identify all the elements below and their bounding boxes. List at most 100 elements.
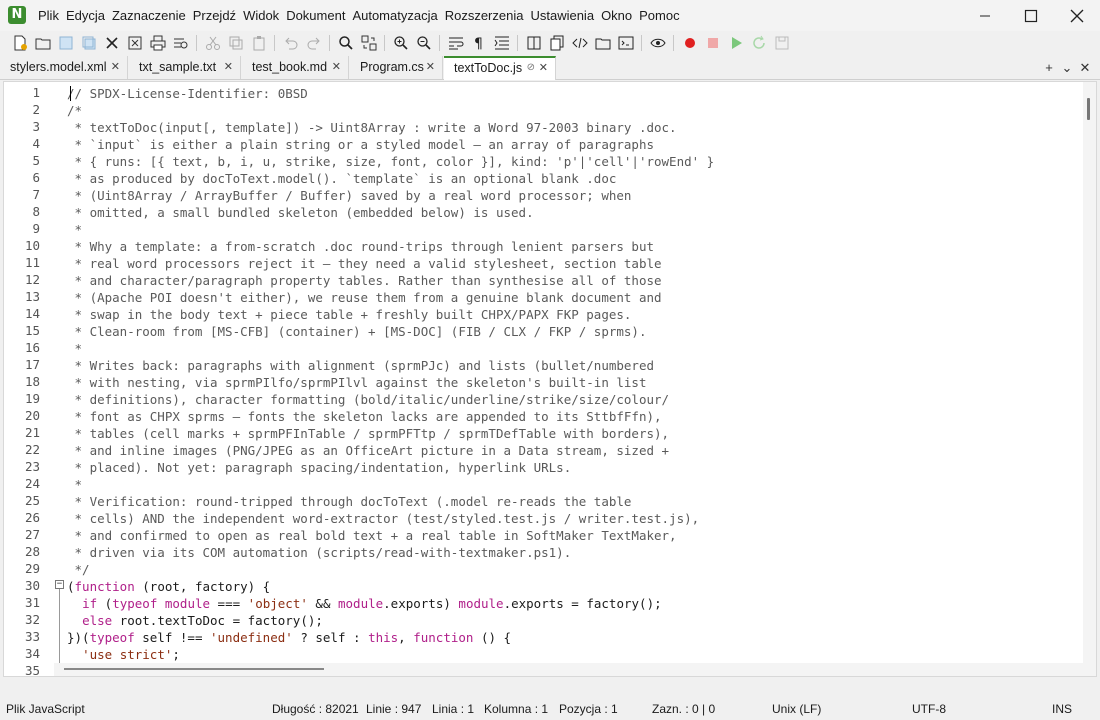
title-bar: N Plik Edycja Zaznaczenie Przejdź Widok … — [0, 0, 1100, 31]
horizontal-scrollbar[interactable] — [54, 663, 1084, 676]
close-all-button[interactable] — [123, 32, 146, 54]
status-encoding[interactable]: UTF-8 — [912, 702, 946, 716]
function-list-button[interactable] — [568, 32, 591, 54]
line-number: 19 — [24, 391, 40, 406]
minimize-button[interactable] — [962, 0, 1008, 31]
copy-button[interactable] — [224, 32, 247, 54]
tab-close-icon[interactable]: ✕ — [539, 58, 548, 78]
code-editor[interactable]: 1 2 3 4 5 6 7 8 9 10 11 12 13 14 15 16 17 18 19 20 21 22 23 24 2… — [3, 81, 1097, 677]
tab-program-cs[interactable]: Program.cs ✕ — [350, 56, 443, 79]
code-token: ; — [172, 647, 180, 662]
line-number: 23 — [24, 459, 40, 474]
monitoring-button[interactable] — [646, 32, 669, 54]
status-length: Długość : 82021 — [272, 702, 359, 716]
stop-macro-button[interactable] — [701, 32, 724, 54]
menu-file[interactable]: Plik — [38, 8, 59, 23]
save-macro-button[interactable] — [770, 32, 793, 54]
cut-button[interactable] — [201, 32, 224, 54]
close-window-button[interactable] — [1054, 0, 1100, 31]
document-list-button[interactable] — [545, 32, 568, 54]
status-insert-mode[interactable]: INS — [1052, 702, 1072, 716]
save-macro-icon — [775, 36, 788, 50]
tab-test-book-md[interactable]: test_book.md ✕ — [242, 56, 349, 79]
close-tab-button[interactable]: ✕ — [1076, 56, 1094, 79]
paste-button[interactable] — [247, 32, 270, 54]
vertical-scrollbar[interactable] — [1083, 82, 1096, 676]
run-macro-multiple-button[interactable] — [747, 32, 770, 54]
line-number: 3 — [32, 119, 40, 134]
code-token: (root, factory) { — [134, 579, 271, 594]
record-macro-button[interactable] — [678, 32, 701, 54]
line-number: 18 — [24, 374, 40, 389]
line-number: 4 — [32, 136, 40, 151]
play-macro-button[interactable] — [724, 32, 747, 54]
menu-go[interactable]: Przejdź — [193, 8, 236, 23]
replace-icon — [361, 35, 376, 51]
terminal-button[interactable] — [614, 32, 637, 54]
new-tab-button[interactable]: + — [1040, 56, 1058, 79]
tab-list-button[interactable]: ⌄ — [1058, 56, 1076, 79]
tab-texttodoc-js[interactable]: textToDoc.js ⊘ ✕ — [444, 56, 556, 80]
code-line: * (Apache POI doesn't either), we reuse … — [67, 290, 662, 305]
code-line: else root.textToDoc = factory(); — [67, 612, 323, 629]
tab-txt-sample-txt[interactable]: txt_sample.txt ✕ — [129, 56, 241, 79]
tab-close-icon[interactable]: ✕ — [426, 56, 435, 79]
print-button[interactable] — [146, 32, 169, 54]
document-map-button[interactable] — [522, 32, 545, 54]
pilcrow-icon: ¶ — [474, 36, 483, 51]
tab-close-icon[interactable]: ✕ — [332, 56, 341, 79]
code-line: * and character/paragraph property table… — [67, 273, 662, 288]
word-wrap-button[interactable] — [444, 32, 467, 54]
code-token: 'undefined' — [210, 630, 293, 645]
code-line: if (typeof module === 'object' && module… — [67, 595, 662, 612]
save-button[interactable] — [54, 32, 77, 54]
menu-extensions[interactable]: Rozszerzenia — [445, 8, 524, 23]
undo-button[interactable] — [279, 32, 302, 54]
show-symbols-button[interactable]: ¶ — [467, 32, 490, 54]
close-icon — [1070, 9, 1084, 22]
menu-selection[interactable]: Zaznaczenie — [112, 8, 186, 23]
menu-view[interactable]: Widok — [243, 8, 279, 23]
zoom-out-button[interactable] — [412, 32, 435, 54]
find-button[interactable] — [334, 32, 357, 54]
menu-help[interactable]: Pomoc — [639, 8, 679, 23]
text-cursor — [70, 86, 71, 101]
zoom-in-button[interactable] — [389, 32, 412, 54]
print-preview-button[interactable] — [169, 32, 192, 54]
menu-edit[interactable]: Edycja — [66, 8, 105, 23]
vertical-scrollbar-thumb[interactable] — [1087, 98, 1090, 120]
pin-icon[interactable]: ⊘ — [527, 58, 535, 78]
code-token: self !== — [134, 630, 210, 645]
new-file-button[interactable] — [8, 32, 31, 54]
menu-automation[interactable]: Automatyzacja — [352, 8, 437, 23]
menu-settings[interactable]: Ustawienia — [530, 8, 594, 23]
line-number: 16 — [24, 340, 40, 355]
menu-document[interactable]: Dokument — [286, 8, 345, 23]
repeat-icon — [752, 35, 765, 49]
horizontal-scrollbar-thumb[interactable] — [64, 668, 324, 670]
status-eol[interactable]: Unix (LF) — [772, 702, 821, 716]
maximize-button[interactable] — [1008, 0, 1054, 31]
code-line: 'use strict'; — [67, 646, 180, 663]
code-line: * real word processors reject it — they … — [67, 256, 662, 271]
status-language[interactable]: Plik JavaScript — [6, 702, 85, 716]
status-bar: Plik JavaScript Długość : 82021 Linie : … — [0, 697, 1100, 720]
menu-window[interactable]: Okno — [601, 8, 632, 23]
indent-guide-button[interactable] — [490, 32, 513, 54]
redo-icon — [307, 37, 320, 50]
tab-stylers-model-xml[interactable]: stylers.model.xml ✕ — [0, 56, 128, 79]
tab-label: stylers.model.xml — [10, 60, 107, 74]
minimize-icon — [980, 15, 990, 16]
replace-button[interactable] — [357, 32, 380, 54]
open-file-button[interactable] — [31, 32, 54, 54]
close-file-button[interactable] — [100, 32, 123, 54]
folder-workspace-button[interactable] — [591, 32, 614, 54]
redo-button[interactable] — [302, 32, 325, 54]
tab-close-icon[interactable]: ✕ — [224, 56, 233, 79]
code-token: module — [164, 596, 211, 611]
tab-close-icon[interactable]: ✕ — [111, 56, 120, 79]
save-all-button[interactable] — [77, 32, 100, 54]
fold-toggle-icon[interactable]: − — [55, 580, 64, 589]
line-number: 10 — [24, 238, 40, 253]
